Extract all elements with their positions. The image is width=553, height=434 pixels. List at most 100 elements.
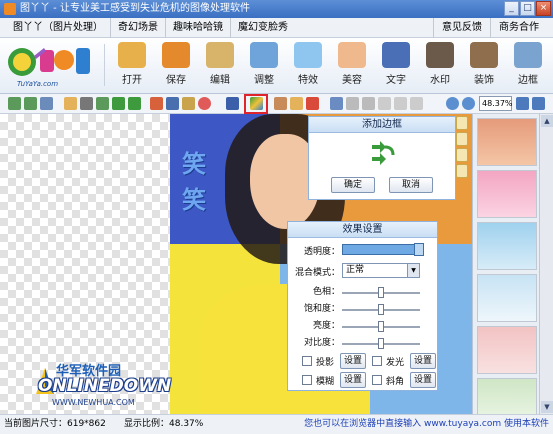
main-toolbar: TuYaYa.com 打开 保存 编辑 调整 特效 美容 文字 水印 装饰 边框 <box>0 38 553 94</box>
blur-checkbox[interactable] <box>302 375 312 385</box>
rotate-right-icon[interactable] <box>24 97 37 110</box>
secondary-toolbar: 48.37% <box>0 94 553 114</box>
blend-mode-select[interactable]: 正常 ▼ <box>342 263 420 278</box>
frame-thumbnail[interactable] <box>477 118 537 166</box>
tool-button-save[interactable]: 保存 <box>154 42 198 90</box>
zoom-in-icon[interactable] <box>446 97 459 110</box>
frame-thumbnail[interactable] <box>477 274 537 322</box>
hue-slider-thumb[interactable] <box>378 287 384 298</box>
eraser-icon[interactable] <box>410 97 423 110</box>
display-ratio-status: 显示比例：48.37% <box>124 419 204 429</box>
tool-label: 水印 <box>430 75 450 86</box>
stamp-icon[interactable] <box>274 97 287 110</box>
bevel-checkbox[interactable] <box>372 375 382 385</box>
refresh-icon[interactable] <box>40 97 53 110</box>
frame-thumbnail[interactable] <box>477 170 537 218</box>
pointer-icon[interactable] <box>330 97 343 110</box>
blur-settings-button[interactable]: 设置 <box>340 372 366 388</box>
rotate-left-icon[interactable] <box>8 97 21 110</box>
menu-item-funny-mirror[interactable]: 趣味哈哈镜 <box>166 18 231 38</box>
frame-rotate-icon <box>372 141 395 165</box>
tool-button-edit[interactable]: 编辑 <box>198 42 242 90</box>
saturation-label: 饱和度： <box>303 304 340 314</box>
layers-icon[interactable] <box>150 97 163 110</box>
crop-icon[interactable] <box>80 97 93 110</box>
tool-button-beauty[interactable]: 美容 <box>330 42 374 90</box>
brightness-label: 亮度： <box>312 321 340 331</box>
watermark-name: ONLINEDOWN <box>38 376 172 396</box>
blur-drop-icon[interactable] <box>378 97 391 110</box>
tool-button-text[interactable]: 文字 <box>374 42 418 90</box>
tool-label: 调整 <box>254 75 274 86</box>
bevel-settings-button[interactable]: 设置 <box>410 372 436 388</box>
opacity-slider[interactable] <box>342 244 422 255</box>
folder-open-icon <box>118 42 146 68</box>
maximize-button[interactable]: □ <box>520 1 535 16</box>
adjust-icon <box>250 42 278 68</box>
menu-item-business[interactable]: 商务合作 <box>490 18 547 38</box>
picture-icon[interactable] <box>166 97 179 110</box>
thumbnail-scrollbar[interactable]: ▲ ▼ <box>539 114 553 414</box>
shadow-settings-button[interactable]: 设置 <box>340 353 366 369</box>
tool-button-frame[interactable]: 边框 <box>506 42 550 90</box>
app-icon <box>4 3 16 15</box>
scroll-down-icon[interactable]: ▼ <box>541 401 553 413</box>
frame-ok-button[interactable]: 确定 <box>331 177 375 193</box>
minimize-button[interactable]: _ <box>504 1 519 16</box>
brightness-slider-thumb[interactable] <box>378 321 384 332</box>
tool-button-watermark[interactable]: 水印 <box>418 42 462 90</box>
contrast-slider-thumb[interactable] <box>378 338 384 349</box>
add-frame-title: 添加边框 <box>309 117 455 133</box>
color-icon[interactable] <box>198 97 211 110</box>
chevron-down-icon[interactable]: ▼ <box>407 264 419 277</box>
text-tool-icon[interactable] <box>226 97 239 110</box>
menu-item-face-morph[interactable]: 魔幻变脸秀 <box>231 18 295 38</box>
tool-button-effects[interactable]: 特效 <box>286 42 330 90</box>
scroll-up-icon[interactable]: ▲ <box>541 115 553 127</box>
glow-checkbox[interactable] <box>372 356 382 366</box>
tool-button-folder-open[interactable]: 打开 <box>110 42 154 90</box>
effect-settings-title: 效果设置 <box>288 222 437 238</box>
saturation-slider-thumb[interactable] <box>378 304 384 315</box>
tool-label: 打开 <box>122 75 142 86</box>
image-size-status: 当前图片尺寸：619*862 <box>4 419 106 429</box>
lasso-icon[interactable] <box>182 97 195 110</box>
opacity-slider-thumb[interactable] <box>414 243 424 256</box>
add-frame-dialog: 添加边框 确定 取消 <box>308 116 456 200</box>
resize-icon[interactable] <box>64 97 77 110</box>
shadow-checkbox[interactable] <box>302 356 312 366</box>
close-button[interactable]: × <box>536 1 551 16</box>
redo-icon[interactable] <box>128 97 141 110</box>
tool-label: 边框 <box>518 75 538 86</box>
undo-icon[interactable] <box>112 97 125 110</box>
menu-item-feedback[interactable]: 意见反馈 <box>433 18 490 38</box>
browser-tip-link[interactable]: 您也可以在浏览器中直接输入 www.tuyaya.com 使用本软件 <box>304 415 549 434</box>
menu-bar: 图丫丫（图片处理） 奇幻场景 趣味哈哈镜 魔幻变脸秀 意见反馈 商务合作 <box>0 18 553 38</box>
zoom-out-icon[interactable] <box>462 97 475 110</box>
flip-icon[interactable] <box>96 97 109 110</box>
zoom-input[interactable]: 48.37% <box>479 96 513 111</box>
glow-settings-button[interactable]: 设置 <box>410 353 436 369</box>
fit-window-icon[interactable] <box>516 97 529 110</box>
frame-tool-highlight <box>244 94 268 114</box>
dropper-icon[interactable] <box>362 97 375 110</box>
frame-cancel-button[interactable]: 取消 <box>389 177 433 193</box>
tool-button-decorate[interactable]: 装饰 <box>462 42 506 90</box>
menu-item-image-processing[interactable]: 图丫丫（图片处理） <box>6 18 111 38</box>
tool-button-adjust[interactable]: 调整 <box>242 42 286 90</box>
glow-label: 发光 <box>386 358 405 368</box>
hue-label: 色相： <box>312 287 340 297</box>
tool-label: 保存 <box>166 75 186 86</box>
brush-icon[interactable] <box>346 97 359 110</box>
blend-mode-label: 混合模式： <box>294 268 340 278</box>
frame-thumbnail[interactable] <box>477 326 537 374</box>
status-bar: 当前图片尺寸：619*862 显示比例：48.37% 您也可以在浏览器中直接输入… <box>0 414 553 434</box>
magic-wand-icon[interactable] <box>290 97 303 110</box>
frame-thumbnail[interactable] <box>477 222 537 270</box>
menu-item-fantasy-scene[interactable]: 奇幻场景 <box>111 18 166 38</box>
effects-icon <box>294 42 322 68</box>
sharpen-drop-icon[interactable] <box>394 97 407 110</box>
sticker-icon[interactable] <box>306 97 319 110</box>
actual-size-icon[interactable] <box>532 97 545 110</box>
title-bar: 图丫丫 - 让专业美工感受到失业危机的图像处理软件 _ □ × <box>0 0 553 18</box>
